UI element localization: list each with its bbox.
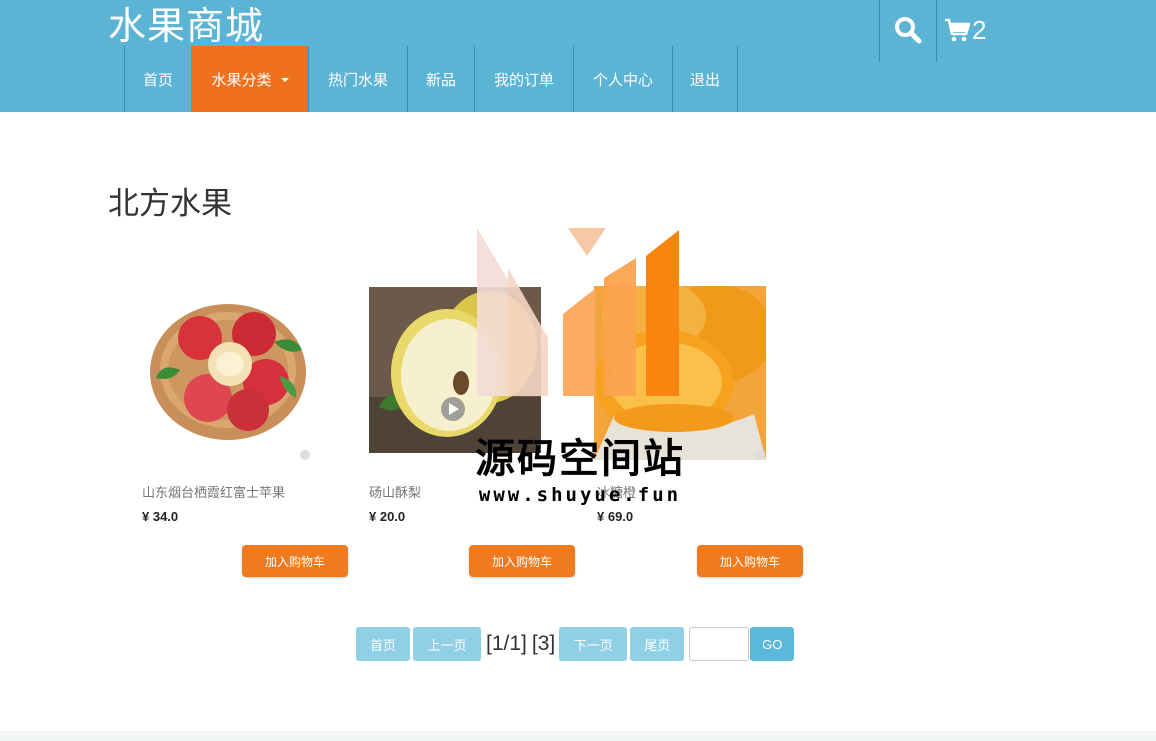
product-image[interactable] — [369, 287, 541, 453]
main-nav: 首页 水果分类 热门水果 新品 我的订单 个人中心 退出 — [124, 46, 738, 112]
total-count: [3] — [531, 632, 556, 655]
product-price: ¥ 34.0 — [142, 509, 179, 524]
page: 水果商城 2 首页 水果分类 热门水果 新品 我的订单 个人中心 退出 北方水果… — [0, 0, 1156, 741]
page-number-input[interactable] — [689, 627, 750, 661]
product-price: ¥ 69.0 — [597, 509, 634, 524]
nav-item-label: 我的订单 — [493, 70, 554, 89]
first-page-button[interactable]: 首页 — [356, 627, 410, 661]
pear-image — [369, 287, 541, 453]
pagination: 首页 上一页 [1/1] [3] 下一页 尾页 GO — [356, 626, 795, 662]
nav-item-label: 退出 — [689, 70, 720, 89]
search-icon — [895, 17, 922, 44]
nav-item-fruit-category[interactable]: 水果分类 — [191, 46, 308, 112]
prev-page-button[interactable]: 上一页 — [413, 627, 481, 661]
add-to-cart-button[interactable]: 加入购物车 — [242, 545, 348, 577]
last-page-button[interactable]: 尾页 — [630, 627, 685, 661]
add-to-cart-button[interactable]: 加入购物车 — [469, 545, 575, 577]
go-button[interactable]: GO — [750, 627, 795, 661]
product-card: 山东烟台栖霞红富士苹果 ¥ 34.0 加入购物车 — [142, 286, 352, 586]
add-to-cart-button[interactable]: 加入购物车 — [697, 545, 803, 577]
nav-item-label: 热门水果 — [327, 70, 388, 89]
header-divider — [879, 0, 880, 62]
product-price: ¥ 20.0 — [369, 509, 406, 524]
next-page-button[interactable]: 下一页 — [559, 627, 628, 661]
header-divider — [936, 0, 937, 62]
product-card: 砀山酥梨 ¥ 20.0 加入购物车 — [369, 286, 579, 586]
cart-button[interactable]: 2 — [944, 12, 986, 48]
nav-item-label: 个人中心 — [592, 70, 653, 89]
nav-item-label: 水果分类 — [211, 70, 272, 89]
nav-item-label: 首页 — [142, 70, 173, 89]
nav-item-my-orders[interactable]: 我的订单 — [474, 46, 573, 112]
product-name[interactable]: 砀山酥梨 — [369, 482, 421, 501]
product-name[interactable]: 山东烟台栖霞红富士苹果 — [142, 482, 285, 501]
site-brand[interactable]: 水果商城 — [108, 4, 264, 48]
orange-image — [594, 286, 766, 460]
apple-basket-image — [142, 286, 314, 460]
nav-item-user-center[interactable]: 个人中心 — [573, 46, 672, 112]
cart-icon — [945, 18, 970, 42]
footer — [0, 731, 1156, 741]
search-button[interactable] — [892, 14, 924, 46]
nav-item-home[interactable]: 首页 — [124, 46, 191, 112]
cart-count-badge: 2 — [972, 14, 987, 45]
nav-item-new[interactable]: 新品 — [407, 46, 474, 112]
nav-item-label: 新品 — [425, 70, 456, 89]
caret-down-icon — [280, 78, 289, 82]
product-image[interactable] — [142, 286, 314, 460]
page-info: [1/1] — [486, 632, 527, 655]
product-name[interactable]: 冰糖橙 — [597, 482, 636, 501]
nav-item-hot-fruit[interactable]: 热门水果 — [308, 46, 407, 112]
product-image[interactable] — [594, 286, 766, 460]
site-header: 水果商城 2 首页 水果分类 热门水果 新品 我的订单 个人中心 退出 — [0, 0, 1156, 112]
category-title: 北方水果 — [108, 186, 232, 222]
product-card: 冰糖橙 ¥ 69.0 加入购物车 — [594, 286, 807, 586]
nav-item-logout[interactable]: 退出 — [672, 46, 738, 112]
